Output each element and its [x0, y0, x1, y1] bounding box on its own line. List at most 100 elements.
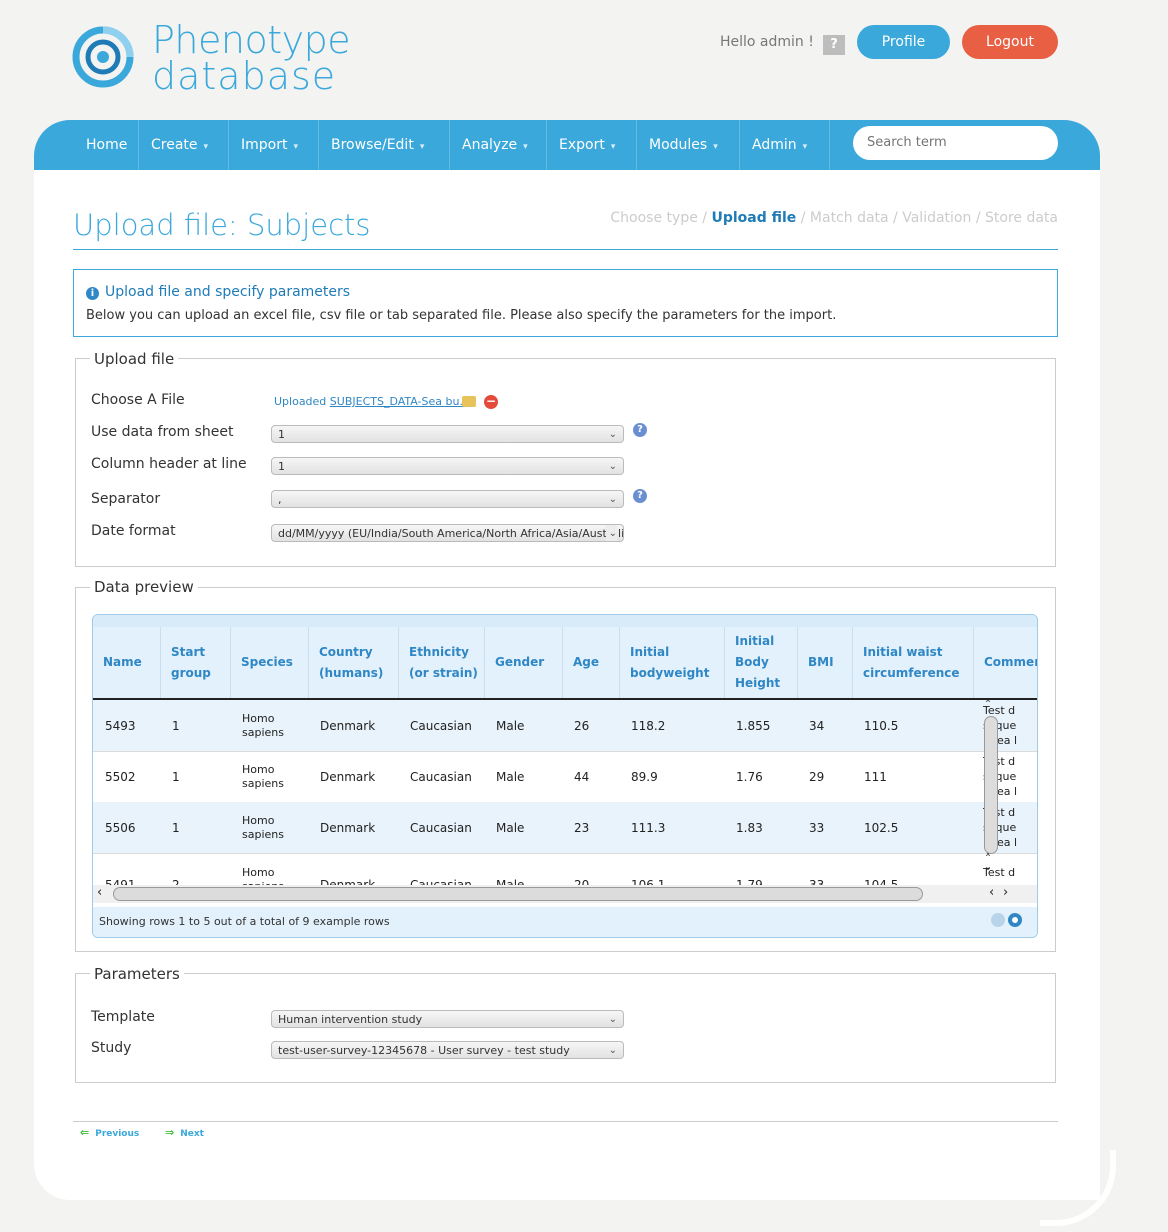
chevron-up-icon[interactable]: ˄	[985, 698, 991, 712]
nav-import-label: Import	[241, 137, 288, 153]
sheet-label: Use data from sheet	[91, 424, 234, 440]
chevron-down-icon[interactable]: ˅	[985, 866, 991, 880]
nav-analyze-label: Analyze	[462, 137, 518, 153]
step-separator: /	[796, 210, 810, 226]
grid-footer-text: Showing rows 1 to 5 out of a total of 9 …	[99, 915, 390, 928]
nav-create[interactable]: Create ▾	[139, 120, 229, 170]
table-cell: Caucasian	[410, 769, 472, 784]
step-choose-type[interactable]: Choose type	[610, 210, 697, 226]
nav-browse-edit[interactable]: Browse/Edit ▾	[319, 120, 450, 170]
table-cell: 102.5	[864, 820, 899, 835]
header-line-label: Column header at line	[91, 456, 247, 472]
table-cell: 29	[809, 769, 825, 784]
separator-select[interactable]: , ⌄	[271, 490, 624, 508]
chevron-down-icon: ▾	[523, 142, 528, 152]
step-separator: /	[888, 210, 903, 226]
logout-button[interactable]: Logout	[962, 25, 1058, 59]
table-row: 5506 1 Homo sapiens Denmark Caucasian Ma…	[93, 802, 1037, 854]
nav-admin-label: Admin	[752, 137, 797, 153]
arrow-right-icon: ⇒	[165, 1126, 175, 1139]
date-format-select[interactable]: dd/MM/yyyy (EU/India/South America/North…	[271, 524, 624, 542]
column-header[interactable]: Country (humans)	[308, 627, 398, 698]
help-icon[interactable]: ?	[823, 35, 845, 55]
column-header[interactable]: Ethnicity (or strain)	[398, 627, 484, 698]
uploaded-file-link[interactable]: SUBJECTS_DATA-Sea bu...	[330, 395, 470, 408]
folder-icon[interactable]	[462, 396, 476, 407]
nav-analyze[interactable]: Analyze ▾	[450, 120, 547, 170]
table-cell: 1	[172, 718, 180, 733]
logo[interactable]: Phenotype database	[72, 18, 352, 100]
table-cell: 89.9	[631, 769, 658, 784]
column-header[interactable]: BMI	[797, 627, 852, 698]
chevron-left-icon[interactable]: ‹	[989, 885, 994, 900]
table-cell: 44	[574, 769, 590, 784]
next-link[interactable]: ⇒ Next	[165, 1126, 204, 1139]
column-header[interactable]: Initial Body Height	[724, 627, 797, 698]
nav-import[interactable]: Import ▾	[229, 120, 319, 170]
table-cell: 1.76	[736, 769, 763, 784]
data-preview-grid: Name Start group Species Country (humans…	[92, 614, 1038, 938]
table-cell: Denmark	[320, 718, 376, 733]
table-cell: Male	[496, 718, 525, 733]
table-cell: 20	[574, 878, 590, 885]
table-cell: Homo sapiens	[242, 866, 284, 885]
nav-export[interactable]: Export ▾	[547, 120, 637, 170]
greeting: Hello admin !	[720, 34, 814, 50]
help-icon[interactable]: ?	[633, 423, 647, 437]
table-cell: 104.5	[864, 878, 899, 885]
next-page-icon[interactable]	[1008, 913, 1022, 927]
table-cell: 26	[574, 718, 590, 733]
table-row: 5502 1 Homo sapiens Denmark Caucasian Ma…	[93, 751, 1037, 803]
nav-modules[interactable]: Modules ▾	[637, 120, 740, 170]
nav-export-label: Export	[559, 137, 605, 153]
column-header[interactable]: Name	[93, 627, 160, 698]
column-header[interactable]: Initial waist circumference	[852, 627, 973, 698]
table-cell: 5502	[105, 769, 136, 784]
table-cell: Male	[496, 769, 525, 784]
uploaded-prefix: Uploaded	[274, 395, 330, 408]
table-cell: Caucasian	[410, 878, 472, 885]
horizontal-scroll-thumb[interactable]	[113, 887, 923, 901]
previous-page-icon[interactable]	[991, 913, 1005, 927]
column-header[interactable]: Commer	[973, 627, 1037, 698]
column-header[interactable]: Initial bodyweight	[619, 627, 724, 698]
table-cell: Caucasian	[410, 718, 472, 733]
column-header[interactable]: Gender	[484, 627, 562, 698]
table-cell: 5493	[105, 718, 136, 733]
step-store-data: Store data	[985, 210, 1058, 226]
chevron-down-icon: ▾	[802, 142, 808, 152]
remove-file-icon[interactable]: −	[484, 395, 498, 409]
vertical-scrollbar[interactable]: ˄ ˄ ˅	[981, 698, 1001, 886]
chevron-down-icon: ⌄	[608, 429, 617, 440]
nav-admin[interactable]: Admin ▾	[740, 120, 830, 170]
chevron-right-icon[interactable]: ›	[1003, 885, 1008, 900]
chevron-down-icon: ▾	[203, 142, 209, 152]
study-select[interactable]: test-user-survey-12345678 - User survey …	[271, 1041, 624, 1059]
template-select[interactable]: Human intervention study ⌄	[271, 1010, 624, 1028]
table-cell: Caucasian	[410, 820, 472, 835]
table-cell: 110.5	[864, 718, 899, 733]
column-header[interactable]: Age	[562, 627, 619, 698]
nav-home[interactable]: Home	[74, 120, 139, 170]
table-cell: 5491	[105, 878, 136, 885]
column-header[interactable]: Start group	[160, 627, 230, 698]
profile-button[interactable]: Profile	[857, 25, 950, 59]
help-icon[interactable]: ?	[633, 489, 647, 503]
sheet-select-value: 1	[278, 428, 285, 441]
previous-link[interactable]: ⇐ Previous	[80, 1126, 139, 1139]
nav-modules-label: Modules	[649, 137, 708, 153]
table-cell: 2	[172, 878, 180, 885]
table-cell: 1.79	[736, 878, 763, 885]
sheet-select[interactable]: 1 ⌄	[271, 425, 624, 443]
horizontal-scrollbar[interactable]: ‹ ‹ ›	[93, 885, 1037, 903]
date-format-label: Date format	[91, 523, 176, 539]
search-input[interactable]	[853, 126, 1058, 160]
chevron-up-icon[interactable]: ˄	[985, 852, 991, 866]
column-header[interactable]: Species	[230, 627, 308, 698]
chevron-down-icon: ▾	[713, 142, 718, 152]
header-line-select-value: 1	[278, 460, 285, 473]
header-line-select[interactable]: 1 ⌄	[271, 457, 624, 475]
chevron-left-icon[interactable]: ‹	[97, 885, 102, 900]
vertical-scroll-thumb[interactable]	[984, 716, 998, 854]
chevron-down-icon: ⌄	[608, 494, 617, 505]
